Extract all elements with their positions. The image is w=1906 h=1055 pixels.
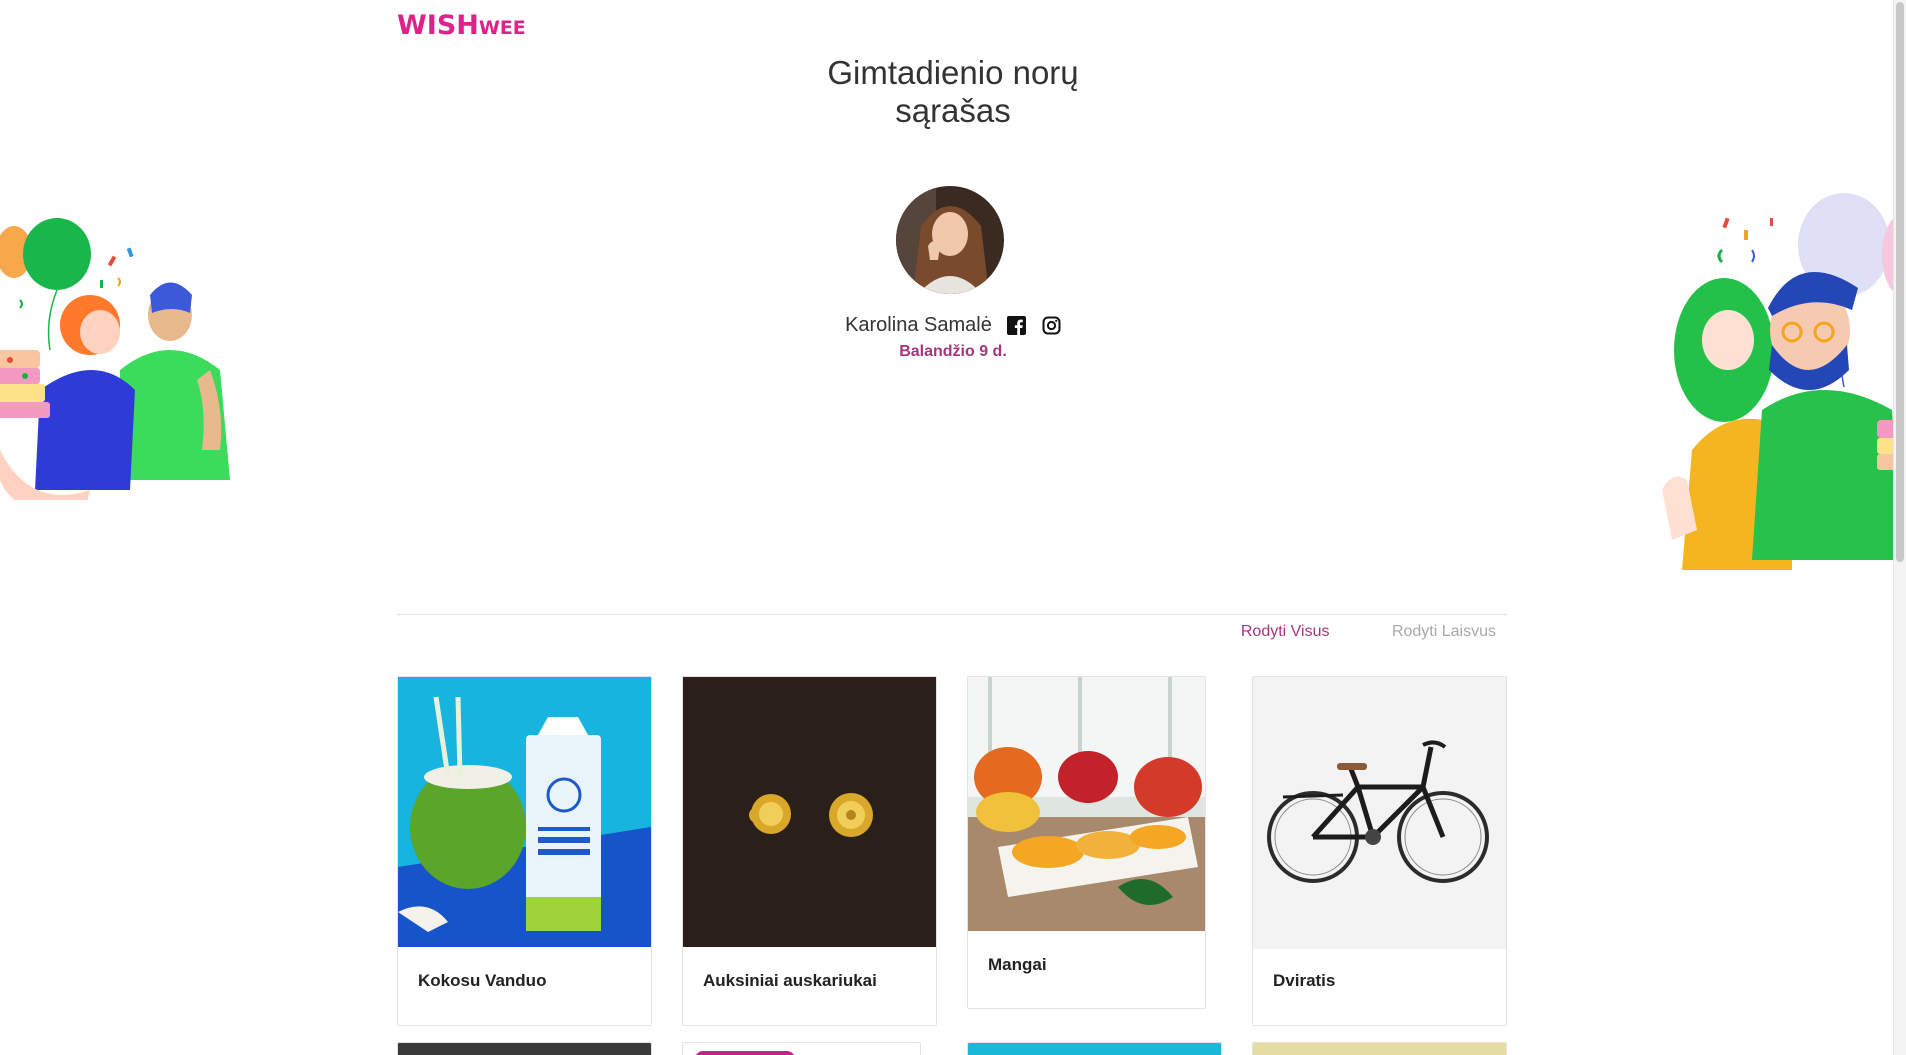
wish-card-bicycle[interactable]: Dviratis [1252,676,1507,1026]
profile-name-line: Karolina Samalė [753,314,1153,337]
filter-show-all[interactable]: Rodyti Visus [1241,623,1330,641]
instagram-icon[interactable] [1042,316,1061,335]
birthday-couple-illustration-left [0,218,230,500]
wish-card-title[interactable]: Auksiniai auskariukai [703,971,877,991]
section-divider [397,614,1507,615]
birthday-couple-illustration-right [1662,193,1906,570]
wish-card-title[interactable]: Mangai [988,955,1047,975]
wish-card-partial-4[interactable] [1252,1042,1507,1055]
mangoes-image [968,677,1205,931]
page-scrollbar[interactable] [1893,0,1906,1055]
page-title-line-1: Gimtadienio norų [827,54,1079,91]
wishlist-filters: Rodyti Visus Rodyti Laisvus [0,623,1496,641]
profile-name: Karolina Samalė [845,314,992,336]
filter-show-free[interactable]: Rodyti Laisvus [1392,623,1496,641]
wish-card-partial-3[interactable] [967,1042,1222,1055]
scrollbar-thumb[interactable] [1896,2,1904,562]
wish-card-partial-2[interactable] [682,1042,921,1055]
wish-card-coconut-water[interactable]: Kokosu Vanduo [397,676,652,1026]
wishwee-logo[interactable]: WISHWEE [397,12,526,39]
wish-card-title[interactable]: Kokosu Vanduo [418,971,546,991]
gold-earrings-image [683,677,936,947]
wish-card-title[interactable]: Dviratis [1273,971,1335,991]
wish-card-mangoes[interactable]: Mangai [967,676,1206,1009]
coconut-water-image [398,677,651,947]
wish-card-partial-1[interactable] [397,1042,652,1055]
page-title: Gimtadienio norų sąrašas [753,54,1153,130]
wish-card-gold-earrings[interactable]: Auksiniai auskariukai [682,676,937,1026]
wishlist-page: WISHWEE Gimtadienio norų sąrašas Karolin… [0,0,1906,1055]
logo-main-text: WISH [397,10,479,41]
birthday-date: Balandžio 9 d. [899,343,1007,360]
profile-avatar [896,186,1004,294]
facebook-icon[interactable] [1007,316,1027,335]
page-title-line-2: sąrašas [895,92,1011,129]
logo-sub-text: WEE [478,17,526,39]
bicycle-image [1253,677,1506,949]
